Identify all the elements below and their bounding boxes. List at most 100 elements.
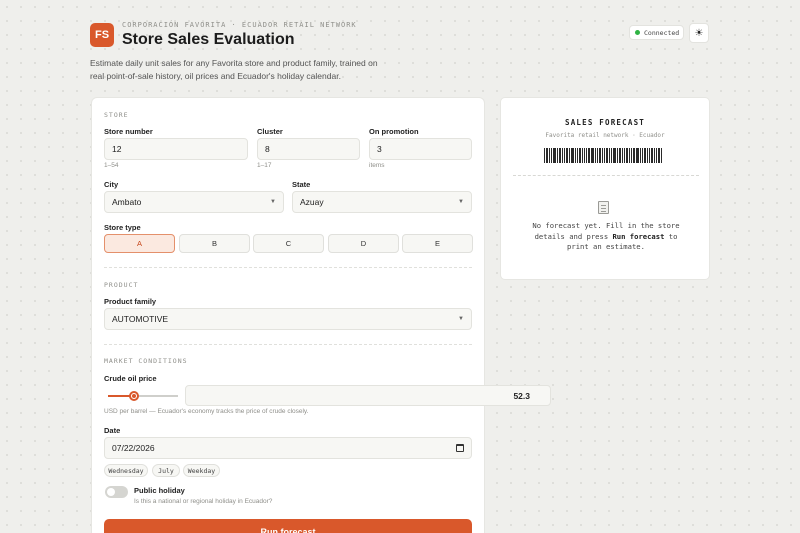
date-value: 07/22/2026: [112, 443, 155, 453]
barcode-bar: [636, 148, 639, 163]
market-section-label: MARKET CONDITIONS: [104, 357, 188, 365]
barcode-bar: [599, 148, 601, 163]
store-type-option-a[interactable]: A: [104, 234, 175, 253]
oil-price-label: Crude oil price: [104, 374, 157, 383]
page-title: Store Sales Evaluation: [122, 31, 295, 48]
barcode-bar: [582, 148, 583, 163]
promotion-input[interactable]: 3: [369, 138, 472, 160]
barcode-bar: [586, 148, 587, 163]
receipt-divider: [513, 175, 699, 176]
oil-price-hint: USD per barrel — Ecuador's economy track…: [104, 408, 309, 415]
cluster-hint: 1–17: [257, 162, 272, 169]
oil-price-input[interactable]: 52.3: [185, 385, 551, 406]
product-family-value: AUTOMOTIVE: [112, 314, 169, 324]
store-number-hint: 1–54: [104, 162, 119, 169]
input-form-card: STORE Store number 12 1–54 Cluster 8 1–1…: [91, 97, 551, 533]
chevron-down-icon: ▼: [458, 316, 464, 322]
section-divider: [104, 344, 472, 345]
barcode-bar: [654, 148, 655, 163]
calendar-icon[interactable]: [456, 444, 464, 452]
barcode-bar: [551, 148, 552, 163]
forecast-empty-message: No forecast yet. Fill in the store detai…: [529, 221, 683, 253]
promotion-label: On promotion: [369, 127, 419, 136]
barcode-bar: [559, 148, 561, 163]
cluster-value: 8: [265, 144, 270, 154]
barcode-bar: [656, 148, 657, 163]
state-select[interactable]: Azuay ▼: [292, 191, 472, 213]
date-input[interactable]: 07/22/2026: [104, 437, 472, 459]
cluster-label: Cluster: [257, 127, 283, 136]
barcode-bar: [631, 148, 632, 163]
barcode-bar: [644, 148, 646, 163]
status-dot-icon: [635, 30, 640, 35]
connection-status-label: Connected: [644, 28, 680, 37]
barcode-bar: [549, 148, 550, 163]
barcode-bar: [647, 148, 648, 163]
barcode-bar: [642, 148, 643, 163]
barcode-bar: [591, 148, 594, 163]
product-family-select[interactable]: AUTOMOTIVE ▼: [104, 308, 472, 330]
city-label: City: [104, 180, 119, 189]
empty-message-action: Run forecast: [612, 231, 665, 241]
barcode-graphic: [544, 148, 668, 163]
store-type-label: Store type: [104, 223, 141, 232]
barcode-bar: [566, 148, 568, 163]
barcode-bar: [617, 148, 618, 163]
barcode-bar: [553, 148, 556, 163]
barcode-bar: [633, 148, 635, 163]
sales-forecast-card: SALES FORECAST Favorita retail network ·…: [500, 97, 710, 280]
header-eyebrow: CORPORACIÓN FAVORITA · ECUADOR RETAIL NE…: [122, 21, 357, 29]
store-number-value: 12: [112, 144, 122, 154]
oil-price-slider[interactable]: [108, 391, 178, 401]
daytype-chip: Weekday: [183, 464, 220, 477]
public-holiday-hint: Is this a national or regional holiday i…: [134, 498, 273, 505]
cluster-input[interactable]: 8: [257, 138, 360, 160]
chevron-down-icon: ▼: [270, 199, 276, 205]
barcode-bar: [571, 148, 574, 163]
promotion-value: 3: [377, 144, 382, 154]
store-number-input[interactable]: 12: [104, 138, 248, 160]
month-chip: July: [152, 464, 180, 477]
barcode-bar: [629, 148, 630, 163]
barcode-bar: [579, 148, 581, 163]
store-section-label: STORE: [104, 111, 129, 119]
store-type-option-e[interactable]: E: [402, 234, 473, 253]
barcode-bar: [588, 148, 590, 163]
barcode-bar: [577, 148, 578, 163]
store-type-option-c[interactable]: C: [253, 234, 324, 253]
weekday-chip: Wednesday: [104, 464, 148, 477]
barcode-bar: [611, 148, 612, 163]
state-label: State: [292, 180, 311, 189]
store-type-option-d[interactable]: D: [328, 234, 399, 253]
barcode-bar: [595, 148, 596, 163]
connection-status-badge: Connected: [629, 25, 684, 40]
public-holiday-label: Public holiday: [134, 486, 185, 495]
product-family-label: Product family: [104, 297, 157, 306]
app-logo: FS: [90, 23, 114, 47]
barcode-bar: [613, 148, 616, 163]
run-forecast-button[interactable]: Run forecast: [104, 519, 472, 533]
city-select[interactable]: Ambato ▼: [104, 191, 284, 213]
barcode-bar: [569, 148, 570, 163]
public-holiday-toggle[interactable]: [105, 486, 128, 498]
barcode-bar: [619, 148, 621, 163]
barcode-bar: [575, 148, 576, 163]
barcode-bar: [651, 148, 653, 163]
barcode-bar: [626, 148, 628, 163]
barcode-bar: [602, 148, 603, 163]
store-number-label: Store number: [104, 127, 153, 136]
product-section-label: PRODUCT: [104, 281, 139, 289]
barcode-bar: [597, 148, 598, 163]
barcode-bar: [624, 148, 625, 163]
barcode-bar: [622, 148, 623, 163]
oil-price-slider-thumb[interactable]: [128, 391, 139, 401]
barcode-bar: [544, 148, 545, 163]
barcode-bar: [562, 148, 563, 163]
store-type-option-b[interactable]: B: [179, 234, 250, 253]
barcode-bar: [557, 148, 558, 163]
barcode-bar: [609, 148, 610, 163]
theme-toggle-button[interactable]: ☀: [689, 23, 709, 43]
barcode-bar: [661, 148, 662, 163]
forecast-subtitle: Favorita retail network · Ecuador: [545, 132, 665, 139]
chevron-down-icon: ▼: [458, 199, 464, 205]
